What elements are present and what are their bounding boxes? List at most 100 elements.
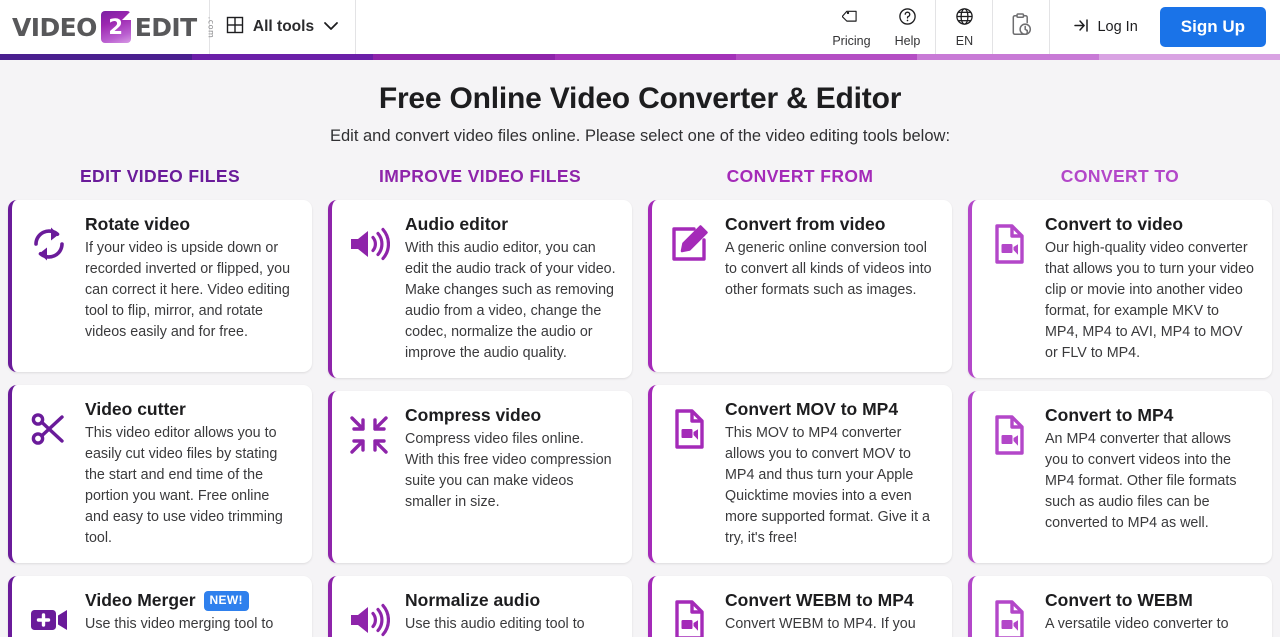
card-body: Compress video Compress video files onlin… — [405, 405, 616, 549]
video-file-icon — [986, 405, 1032, 549]
logo-digit: 2 — [108, 14, 124, 39]
column-title: CONVERT FROM — [726, 166, 874, 186]
card-body: Convert from video A generic online conve… — [725, 214, 936, 358]
card-body: Convert WEBM to MP4 Convert WEBM to MP4. … — [725, 590, 936, 637]
card-title-text: Convert from video — [725, 214, 886, 234]
card-title: Convert to MP4 — [1045, 405, 1256, 427]
tool-card[interactable]: Compress video Compress video files onlin… — [328, 390, 632, 563]
page-title: Free Online Video Converter & Editor — [378, 82, 902, 115]
header-spacer — [356, 0, 823, 54]
card-body: Normalize audio Use this audio editing to… — [405, 590, 616, 637]
column-title: IMPROVE VIDEO FILES — [378, 166, 582, 186]
logo-badge: 2 — [100, 11, 131, 43]
tool-card[interactable]: Rotate video If your video is upside down… — [8, 200, 312, 372]
tool-card[interactable]: Convert from video A generic online conve… — [648, 200, 952, 372]
card-description: An MP4 converter that allows you to conv… — [1045, 430, 1237, 531]
card-title-text: Normalize audio — [405, 589, 541, 610]
card-body: Convert to MP4 An MP4 converter that allo… — [1045, 405, 1256, 549]
language-selector[interactable]: EN — [936, 0, 992, 54]
signup-button[interactable]: Sign Up — [1159, 7, 1266, 47]
site-header: VIDEO 2 EDIT .com All tools Pricing Help… — [0, 0, 1280, 54]
card-body: Convert to video Our high-quality video c… — [1045, 214, 1256, 364]
card-description: Use this audio editing tool to normalize… — [405, 615, 612, 637]
video-file-icon — [986, 590, 1032, 637]
card-title-text: Convert to MP4 — [1045, 404, 1174, 425]
card-title: Video Merger NEW! — [85, 590, 296, 612]
card-title: Rotate video — [85, 214, 296, 236]
gradient-segment — [735, 54, 918, 60]
video-file-icon — [666, 399, 712, 549]
card-title-text: Video cutter — [85, 399, 186, 419]
logo-word-edit: EDIT — [134, 12, 197, 42]
pricing-link[interactable]: Pricing — [823, 0, 879, 54]
card-body: Convert MOV to MP4 This MOV to MP4 conver… — [725, 399, 936, 549]
help-link[interactable]: Help — [879, 0, 935, 54]
tool-card[interactable]: Convert WEBM to MP4 Convert WEBM to MP4. … — [648, 575, 952, 637]
logo[interactable]: VIDEO 2 EDIT .com — [0, 0, 215, 54]
hero-section: Free Online Video Converter & Editor Edi… — [0, 60, 1280, 146]
card-title-text: Convert WEBM to MP4 — [725, 589, 914, 610]
tool-card[interactable]: Normalize audio Use this audio editing to… — [328, 575, 632, 637]
video-file-icon — [986, 214, 1032, 364]
all-tools-menu[interactable]: All tools — [210, 0, 356, 54]
card-title: Normalize audio — [405, 590, 616, 612]
card-description: Convert WEBM to MP4. If you downloaded a… — [725, 615, 932, 637]
gradient-segment — [192, 54, 374, 60]
login-button[interactable]: Log In — [1060, 10, 1151, 45]
card-body: Video cutter This video editor allows you… — [85, 399, 296, 549]
help-label: Help — [894, 33, 921, 48]
tool-card[interactable]: Video Merger NEW! Use this video merging t… — [8, 575, 312, 637]
tool-card[interactable]: Convert MOV to MP4 This MOV to MP4 conver… — [648, 385, 952, 563]
card-title-text: Audio editor — [405, 214, 509, 234]
scissors-icon — [26, 399, 72, 549]
tool-card[interactable]: Video cutter This video editor allows you… — [8, 385, 312, 563]
card-title-text: Convert MOV to MP4 — [725, 399, 899, 419]
card-title: Convert from video — [725, 214, 936, 236]
all-tools-label: All tools — [252, 18, 315, 35]
card-title: Convert WEBM to MP4 — [725, 590, 936, 612]
gradient-segment — [1098, 54, 1280, 60]
tool-card[interactable]: Convert to video Our high-quality video c… — [968, 200, 1272, 378]
card-description: Compress video files online. With this f… — [405, 430, 612, 510]
page-subtitle: Edit and convert video files online. Ple… — [329, 127, 951, 145]
card-body: Rotate video If your video is upside down… — [85, 214, 296, 358]
column-title: CONVERT TO — [1060, 166, 1180, 186]
tool-column: EDIT VIDEO FILES Rotate video If your vid… — [8, 166, 312, 637]
card-description: With this audio editor, you can edit the… — [405, 239, 616, 361]
rotate-video-icon — [26, 214, 72, 358]
card-description: This video editor allows you to easily c… — [85, 424, 283, 546]
chevron-down-icon — [323, 18, 339, 36]
login-label: Log In — [1097, 19, 1138, 35]
card-description: This MOV to MP4 converter allows you to … — [725, 424, 931, 546]
card-description: Our high-quality video converter that al… — [1045, 239, 1255, 361]
card-title-text: Rotate video — [85, 214, 191, 234]
new-badge: NEW! — [203, 590, 249, 611]
tag-icon — [841, 7, 861, 31]
history-button[interactable] — [993, 0, 1049, 54]
tool-columns: EDIT VIDEO FILES Rotate video If your vid… — [0, 166, 1280, 637]
auth-zone: Log In Sign Up — [1050, 0, 1280, 54]
video-file-icon — [666, 590, 712, 637]
card-title: Audio editor — [405, 214, 616, 236]
card-title: Convert to WEBM — [1045, 590, 1256, 612]
clipboard-clock-icon — [1008, 12, 1034, 43]
card-description: Use this video merging tool to combine m… — [85, 615, 274, 637]
logo-dotcom: .com — [205, 16, 215, 38]
tool-card[interactable]: Convert to MP4 An MP4 converter that allo… — [968, 390, 1272, 563]
card-title-text: Convert to WEBM — [1045, 589, 1193, 610]
tool-card[interactable]: Audio editor With this audio editor, you … — [328, 200, 632, 378]
language-label: EN — [955, 33, 974, 48]
card-title-text: Video Merger — [85, 589, 196, 610]
card-description: If your video is upside down or recorded… — [85, 239, 291, 340]
tool-card[interactable]: Convert to WEBM A versatile video convert… — [968, 575, 1272, 637]
card-body: Audio editor With this audio editor, you … — [405, 214, 616, 364]
card-title: Compress video — [405, 405, 616, 427]
globe-icon — [955, 7, 974, 31]
gradient-bar — [0, 54, 1280, 60]
card-title: Convert to video — [1045, 214, 1256, 236]
gradient-segment — [554, 54, 736, 60]
gradient-segment — [0, 54, 192, 60]
speaker-waves-icon — [346, 590, 392, 637]
video-merge-icon — [26, 590, 72, 637]
card-title-text: Compress video — [405, 404, 542, 425]
